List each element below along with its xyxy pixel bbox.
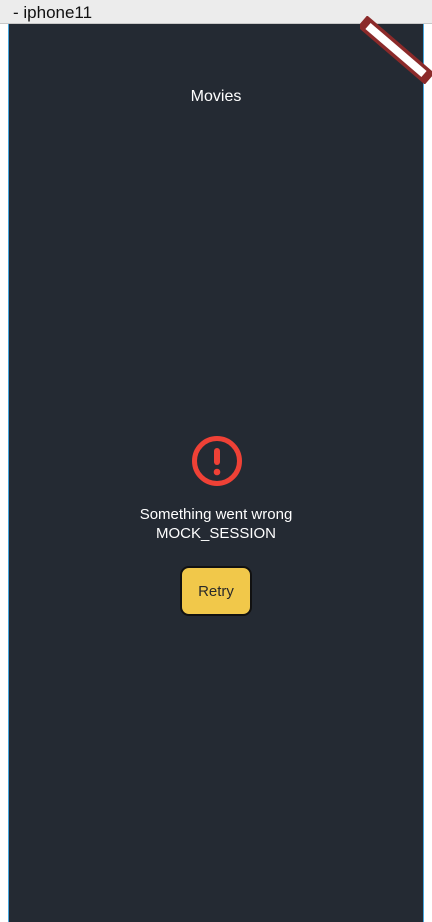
device-screen: Movies Something went wrong MOCK_SESSION… <box>8 24 424 922</box>
window-title: - iphone11 <box>13 3 93 22</box>
exclamation-circle-icon <box>192 436 242 486</box>
error-message: Something went wrong <box>139 506 293 523</box>
page-title: Movies <box>190 88 242 105</box>
error-detail: MOCK_SESSION <box>155 525 277 542</box>
debug-banner-icon <box>360 16 432 84</box>
retry-button[interactable]: Retry <box>180 566 252 616</box>
